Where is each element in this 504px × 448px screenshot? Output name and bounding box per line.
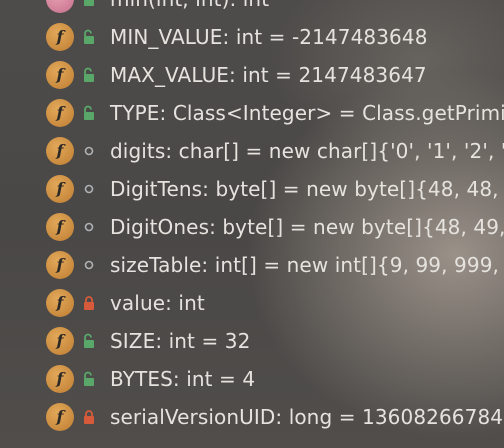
list-item[interactable]: f digits: char[] = new char[]{'0', '1', …	[0, 132, 504, 170]
list-item[interactable]: f DigitTens: byte[] = new byte[]{48, 48,…	[0, 170, 504, 208]
public-unlocked-icon	[81, 29, 97, 45]
field-icon: f	[46, 403, 74, 431]
field-icon: f	[46, 327, 74, 355]
field-label: value: int	[110, 291, 205, 315]
package-private-circle-icon	[81, 257, 97, 273]
list-item[interactable]: f BYTES: int = 4	[0, 360, 504, 398]
field-label: DigitOnes: byte[] = new byte[]{48, 49, 5	[110, 215, 504, 239]
field-icon: f	[46, 365, 74, 393]
list-item[interactable]: f value: int	[0, 284, 504, 322]
package-private-circle-icon	[81, 219, 97, 235]
field-label: serialVersionUID: long = 13608266784	[110, 405, 504, 429]
private-lock-icon	[81, 409, 97, 425]
field-label: BYTES: int = 4	[110, 367, 256, 391]
field-icon: f	[46, 251, 74, 279]
field-icon: f	[46, 99, 74, 127]
field-label: min(int, int): int	[110, 0, 269, 11]
list-item[interactable]: f DigitOnes: byte[] = new byte[]{48, 49,…	[0, 208, 504, 246]
field-label: SIZE: int = 32	[110, 329, 251, 353]
list-item[interactable]: f MIN_VALUE: int = -2147483648	[0, 18, 504, 56]
field-label: digits: char[] = new char[]{'0', '1', '2…	[110, 139, 504, 163]
field-icon: f	[46, 137, 74, 165]
list-item[interactable]: f serialVersionUID: long = 13608266784	[0, 398, 504, 436]
private-lock-icon	[81, 295, 97, 311]
field-icon: f	[46, 61, 74, 89]
public-unlocked-icon	[81, 105, 97, 121]
list-item[interactable]: f MAX_VALUE: int = 2147483647	[0, 56, 504, 94]
package-private-circle-icon	[81, 181, 97, 197]
public-unlocked-icon	[81, 333, 97, 349]
field-icon: f	[46, 213, 74, 241]
field-icon: f	[46, 175, 74, 203]
structure-field-list: min(int, int): int f MIN_VALUE: int = -2…	[0, 0, 504, 436]
list-item[interactable]: f SIZE: int = 32	[0, 322, 504, 360]
package-private-circle-icon	[81, 143, 97, 159]
public-unlocked-icon	[81, 371, 97, 387]
public-unlocked-icon	[81, 67, 97, 83]
field-label: DigitTens: byte[] = new byte[]{48, 48, 4	[110, 177, 504, 201]
field-icon: f	[46, 289, 74, 317]
list-item[interactable]: min(int, int): int	[0, 0, 504, 18]
field-label: sizeTable: int[] = new int[]{9, 99, 999,…	[110, 253, 504, 277]
field-label: MAX_VALUE: int = 2147483647	[110, 63, 427, 87]
method-icon	[46, 0, 74, 13]
field-label: MIN_VALUE: int = -2147483648	[110, 25, 428, 49]
field-icon: f	[46, 23, 74, 51]
public-unlocked-icon	[81, 0, 97, 7]
list-item[interactable]: f sizeTable: int[] = new int[]{9, 99, 99…	[0, 246, 504, 284]
list-item[interactable]: f TYPE: Class<Integer> = Class.getPrimi	[0, 94, 504, 132]
field-label: TYPE: Class<Integer> = Class.getPrimi	[110, 101, 504, 125]
